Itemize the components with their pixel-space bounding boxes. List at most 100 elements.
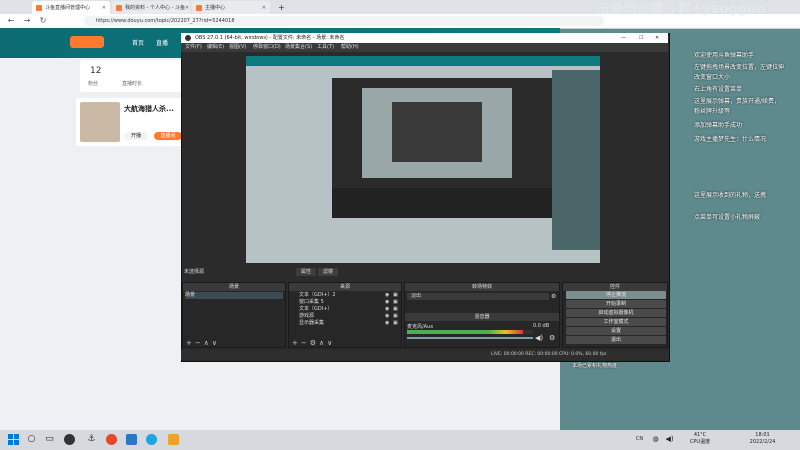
chat-message: 这里展示收到的礼物，送携: [694, 192, 767, 199]
network-icon[interactable]: ◍: [650, 434, 661, 445]
source-item[interactable]: 游戏源: [291, 313, 399, 320]
close-tab-icon[interactable]: ✕: [102, 5, 106, 11]
menu-scene-collection[interactable]: 场景集合(S): [285, 43, 312, 52]
menu-tools[interactable]: 工具(T): [317, 43, 334, 52]
chat-message: 这里展示弹幕，贵族开通/续费，: [694, 98, 781, 105]
mixer-channel-label: 麦克风/Aux: [407, 324, 434, 330]
exit-button[interactable]: 退出: [566, 336, 666, 344]
source-item[interactable]: 窗口采集 5: [291, 299, 399, 306]
obs-taskbar-icon[interactable]: [64, 434, 75, 445]
lock-icon[interactable]: ▣ ▣ ▣ ▣ ▣: [393, 292, 398, 327]
browser-tab-active[interactable]: 斗鱼直播间管理中心 ✕: [32, 1, 110, 14]
gear-icon[interactable]: ⚙: [549, 334, 555, 342]
ime-indicator[interactable]: CN: [634, 434, 645, 445]
stats-label: 粉丝: [88, 81, 99, 87]
task-view-icon[interactable]: ▭: [44, 434, 55, 445]
sources-dock: 来源 文本（GDI+）2 窗口采集 5 文本（GDI+） 游戏源 显示器采集 ◉…: [288, 282, 402, 348]
preview-page-header: [246, 56, 600, 66]
filters-button[interactable]: 滤镜: [318, 268, 338, 276]
tab-label: 我的资料 - 个人中心 - 斗鱼: [125, 5, 185, 11]
settings-button[interactable]: 设置: [566, 327, 666, 335]
douyu-favicon-icon: [116, 4, 122, 11]
virtual-camera-button[interactable]: 启动虚拟摄像机: [566, 309, 666, 317]
menu-view[interactable]: 视图(V): [229, 43, 246, 52]
app-taskbar-icon[interactable]: ⚓: [86, 434, 97, 445]
close-tab-icon[interactable]: ✕: [185, 5, 189, 11]
status-text: LIVE: 00:00:00 REC: 00:00:00 CPU: 0.0%, …: [491, 352, 607, 357]
chat-message: 欢迎使用斗鱼弹幕助手: [694, 52, 755, 59]
speaker-icon[interactable]: ◀): [535, 334, 543, 342]
stats-count: 12: [90, 66, 102, 76]
source-item[interactable]: 文本（GDI+）: [291, 306, 399, 313]
preview-nested-obs-inner: [392, 102, 482, 162]
transition-select[interactable]: 淡出: [407, 293, 549, 300]
url-input[interactable]: https://www.douyu.com/topic/202207_27?ri…: [84, 16, 604, 26]
douyu-logo[interactable]: [70, 36, 104, 48]
start-live-button[interactable]: 开播: [124, 132, 148, 140]
menu-docks[interactable]: 停靠窗口(D): [253, 43, 281, 52]
cpu-temperature: 41°C CPU温度: [680, 432, 720, 446]
gear-icon[interactable]: ⚙: [551, 293, 556, 300]
clock-time: 18:01: [755, 432, 770, 438]
properties-button[interactable]: 属性: [296, 268, 316, 276]
nav-link-live[interactable]: 直播: [156, 38, 168, 47]
edge-browser-icon[interactable]: [146, 434, 157, 445]
visibility-eye-icon[interactable]: ◉ ◉ ◉ ◉ ◉: [385, 292, 389, 327]
obs-window-title: OBS 27.0.1 (64-bit, windows) - 配置文件: 未命名…: [195, 35, 345, 41]
source-item[interactable]: 显示器采集: [291, 320, 399, 327]
scene-item[interactable]: 场景: [185, 292, 283, 299]
nav-link-home[interactable]: 首页: [132, 38, 144, 47]
obs-preview-canvas[interactable]: [246, 56, 600, 263]
scene-toolbar[interactable]: +−∧∨: [186, 339, 220, 347]
room-cover-image[interactable]: [80, 102, 120, 142]
system-clock[interactable]: 18:01 2022/2/24: [735, 432, 790, 446]
search-icon[interactable]: ○: [26, 434, 37, 445]
browser-tab[interactable]: 主播中心 ✕: [192, 1, 270, 14]
new-tab-button[interactable]: +: [274, 1, 286, 14]
room-button[interactable]: 直播间: [154, 132, 182, 140]
chat-message: 游戏主播梦先生：什么情况: [694, 136, 767, 143]
close-tab-icon[interactable]: ✕: [262, 5, 266, 11]
preview-nested-obs: [332, 78, 552, 218]
obs-status-bar: LIVE: 00:00:00 REC: 00:00:00 CPU: 0.0%, …: [181, 350, 668, 360]
tab-label: 主播中心: [205, 5, 226, 11]
temp-label: CPU温度: [689, 439, 711, 445]
chat-message: 改变窗口大小: [694, 74, 731, 81]
volume-icon[interactable]: ◀): [664, 434, 675, 445]
scenes-dock: 场景 场景 +−∧∨: [182, 282, 286, 348]
chat-message: 添加弹幕助手成功: [694, 122, 743, 129]
app-taskbar-icon[interactable]: [106, 434, 117, 445]
windows-start-icon[interactable]: [8, 434, 19, 445]
volume-slider[interactable]: [407, 337, 533, 339]
temp-value: 41°C: [693, 432, 707, 438]
steam-icon[interactable]: [126, 434, 137, 445]
no-source-label: 未选择源: [184, 269, 205, 275]
room-card: 大航海猎人杀... 开播 直播间: [76, 98, 186, 146]
refresh-icon[interactable]: ↻: [38, 16, 48, 26]
obs-title-bar: OBS 27.0.1 (64-bit, windows) - 配置文件: 未命名…: [181, 33, 668, 43]
menu-file[interactable]: 文件(F): [185, 43, 202, 52]
studio-mode-button[interactable]: 工作室模式: [566, 318, 666, 326]
start-recording-button[interactable]: 开始录制: [566, 300, 666, 308]
stop-streaming-button[interactable]: 停止推流: [566, 291, 666, 299]
mixer-db: 0.0 dB: [533, 323, 550, 329]
browser-tab[interactable]: 我的资料 - 个人中心 - 斗鱼 ✕: [112, 1, 190, 14]
preview-nested-docks: [332, 188, 552, 218]
obs-logo-icon: [185, 35, 191, 41]
chat-message: 点菜单可设置小礼物屏蔽: [694, 214, 761, 221]
clock-date: 2022/2/24: [749, 439, 776, 445]
menu-help[interactable]: 帮助(H): [341, 43, 359, 52]
douyu-favicon-icon: [196, 4, 202, 11]
forward-icon[interactable]: →: [22, 16, 32, 26]
minimize-icon[interactable]: —: [621, 33, 626, 43]
menu-edit[interactable]: 编辑(E): [207, 43, 224, 52]
source-toolbar[interactable]: +−⚙∧∨: [292, 339, 335, 347]
maximize-icon[interactable]: ☐: [639, 33, 643, 43]
back-icon[interactable]: ←: [6, 16, 16, 26]
app-taskbar-icon[interactable]: [168, 434, 179, 445]
room-title: 大航海猎人杀...: [124, 105, 174, 113]
close-icon[interactable]: ✕: [655, 33, 659, 43]
stats-panel: 12 粉丝 直播时长: [80, 60, 190, 92]
source-item[interactable]: 文本（GDI+）2: [291, 292, 399, 299]
preview-nested-canvas: [362, 88, 512, 178]
